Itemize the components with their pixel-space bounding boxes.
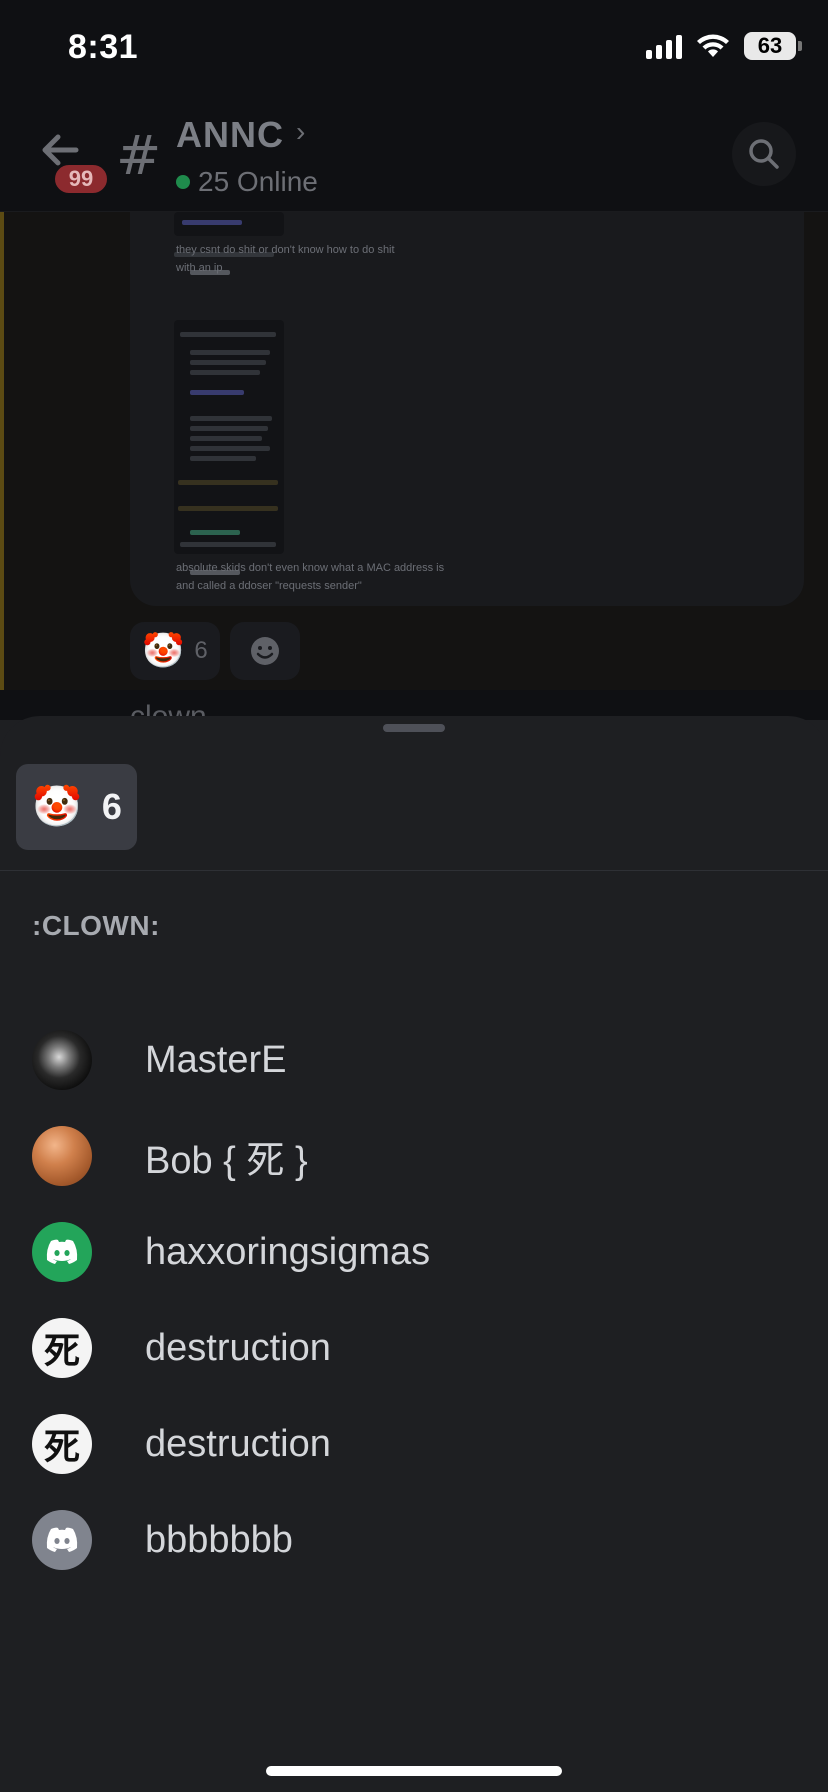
mention-highlight-bar [0,212,4,690]
message-reactions: 🤡 6 [130,622,300,680]
channel-hash-icon: # [116,124,162,187]
avatar [32,1030,92,1090]
reaction-tab-clown[interactable]: 🤡 6 [16,764,137,850]
list-item[interactable]: haxxoringsigmas [0,1204,828,1300]
user-name: MasterE [145,1038,287,1081]
reactions-sheet: 🤡 6 :CLOWN: MasterE Bob { 死 } haxxorings… [0,716,828,1792]
online-dot-icon [176,175,190,189]
background-chat: 8:31 63 99 # ANNC › 25 Online they csnt … [0,0,828,720]
message-area: they csnt do shit or don't know how to d… [0,212,828,690]
embed-text-line: absolute skids don't even know what a MA… [176,562,445,574]
reaction-count: 6 [194,637,208,664]
home-indicator[interactable] [266,1766,562,1776]
list-item[interactable]: bbbbbbb [0,1492,828,1588]
channel-name[interactable]: ANNC [176,114,284,156]
status-icons: 63 [646,32,802,60]
list-item[interactable]: Bob { 死 } [0,1108,828,1204]
online-status: 25 Online [176,166,318,198]
embedded-screenshot [174,212,284,236]
discord-logo-icon [46,1239,78,1264]
message-embed[interactable] [130,212,804,606]
add-reaction-button[interactable] [229,622,300,680]
list-item[interactable]: 死 destruction [0,1300,828,1396]
channel-header: 99 # ANNC › 25 Online [0,100,828,212]
clown-reaction[interactable]: 🤡 6 [130,622,220,680]
clown-emoji-icon: 🤡 [32,785,82,829]
reactor-list: MasterE Bob { 死 } haxxoringsigmas 死 dest… [0,1012,828,1588]
smiley-icon [250,637,279,665]
wifi-icon [697,34,729,57]
user-name: destruction [145,1422,331,1465]
divider [0,870,828,871]
emoji-name-heading: :CLOWN: [32,910,160,941]
list-item[interactable]: MasterE [0,1012,828,1108]
status-bar: 8:31 63 [0,0,828,100]
user-name: destruction [145,1326,331,1369]
avatar [32,1126,92,1186]
status-time: 8:31 [68,28,139,66]
embed-text-line: they csnt do shit or don't know how to d… [176,244,395,256]
user-name: Bob { 死 } [145,1139,308,1182]
user-name: bbbbbbb [145,1518,293,1561]
reaction-tab-count: 6 [101,786,122,827]
search-icon [749,139,779,169]
clown-emoji-icon: 🤡 [142,632,185,670]
avatar: 死 [32,1414,92,1474]
embedded-screenshot-2 [174,320,284,554]
avatar [32,1222,92,1282]
list-item[interactable]: 死 destruction [0,1396,828,1492]
search-button[interactable] [732,122,796,186]
embed-text-line: with an ip [176,262,223,274]
drag-handle[interactable] [383,724,445,732]
cellular-signal-icon [646,33,682,59]
avatar [32,1510,92,1570]
chevron-right-icon[interactable]: › [296,116,305,148]
avatar: 死 [32,1318,92,1378]
battery-level: 63 [757,33,783,58]
user-name: haxxoringsigmas [145,1230,431,1273]
online-count: 25 Online [198,166,318,197]
embed-text-line: and called a ddoser "requests sender" [176,580,362,592]
unread-badge: 99 [52,162,110,196]
battery-indicator: 63 [744,32,802,60]
discord-logo-icon [46,1527,78,1552]
